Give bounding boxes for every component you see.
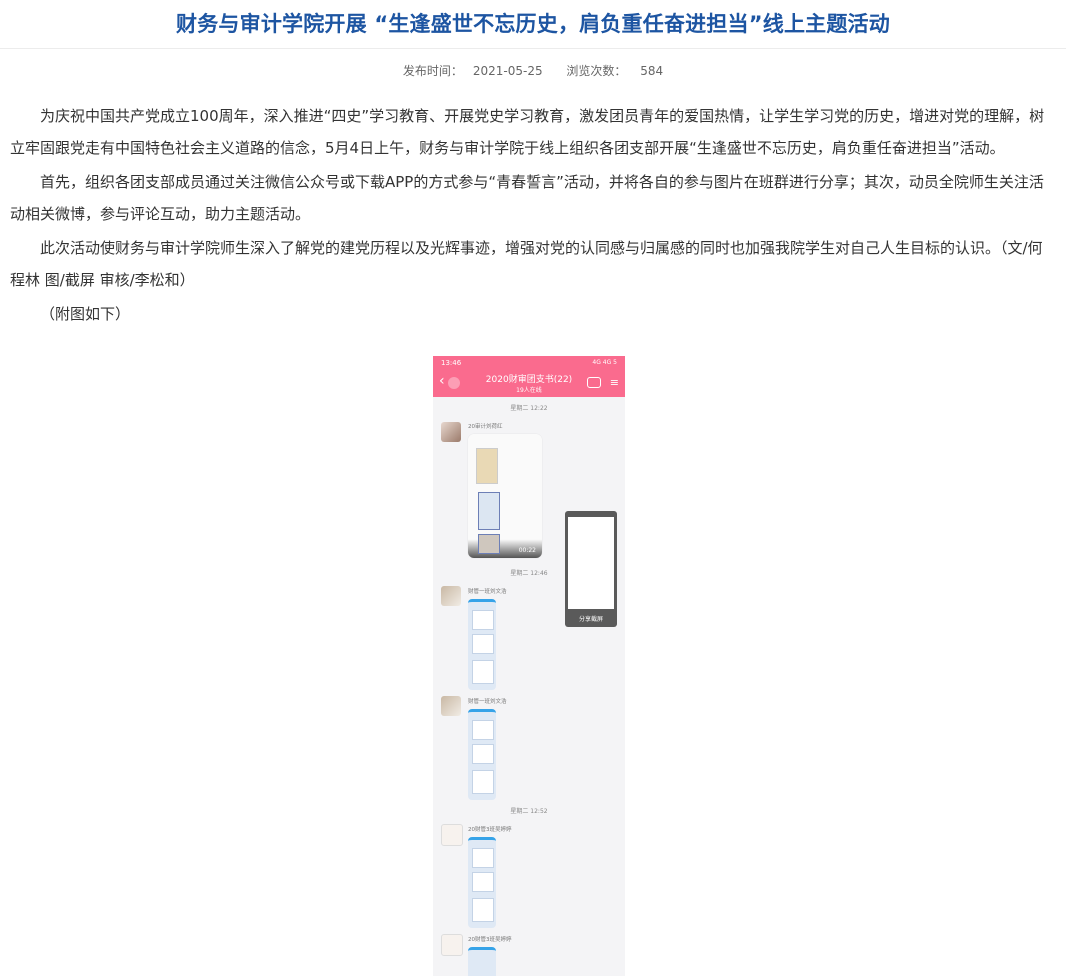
mini-shot (472, 898, 494, 922)
video-message: 00:22 (468, 434, 542, 558)
image-message (468, 709, 496, 800)
sender-name: 20审计刘荷红 (468, 424, 503, 430)
menu-icon: ≡ (609, 376, 619, 389)
image-message (468, 947, 496, 976)
sender-name: 财管一班刘文浩 (468, 699, 507, 705)
avatar (441, 934, 463, 956)
timestamp: 星期二 12:52 (510, 808, 548, 815)
sender-name: 财管一班刘文浩 (468, 589, 507, 595)
paragraph-3: 此次活动使财务与审计学院师生深入了解党的建党历程以及光辉事迹，增强对党的认同感与… (10, 239, 1043, 289)
mini-shot (472, 610, 494, 630)
screenshot-thumbnail (568, 517, 614, 609)
mini-shot (472, 720, 494, 740)
chat-screenshot-image: 13:46 4G 4G 5 ‹ 2020财审团支书(22) 19人在线 ≡ 星期… (433, 356, 625, 976)
article-meta: 发布时间： 2021-05-25 浏览次数： 584 (0, 62, 1066, 79)
avatar (441, 586, 461, 606)
chat-header: 13:46 4G 4G 5 ‹ 2020财审团支书(22) 19人在线 ≡ (433, 356, 625, 397)
mini-shot (472, 660, 494, 684)
screenshot-preview-popup[interactable]: 分享截屏 (565, 511, 617, 627)
views-count: 584 (640, 64, 664, 78)
video-duration: 00:22 (518, 547, 536, 554)
group-icon (587, 377, 601, 388)
thumbnail-3 (478, 534, 500, 554)
paragraph-1: 为庆祝中国共产党成立100周年，深入推进“四史”学习教育、开展党史学习教育，激发… (10, 107, 1045, 157)
mini-shot (472, 744, 494, 764)
share-screenshot-label: 分享截屏 (578, 616, 603, 623)
avatar (441, 696, 461, 716)
publish-date: 2021-05-25 (472, 64, 543, 78)
timestamp: 星期二 12:22 (510, 405, 548, 412)
publish-label: 发布时间： (402, 64, 463, 78)
avatar (441, 422, 461, 442)
sender-name: 20财管3班吴婷婷 (468, 937, 512, 943)
paragraph-2: 首先，组织各团支部成员通过关注微信公众号或下载APP的方式参与“青春誓言”活动，… (10, 173, 1044, 223)
status-indicators: 4G 4G 5 (592, 359, 617, 366)
sender-name: 20财管3班吴婷婷 (468, 827, 512, 833)
article-body: 为庆祝中国共产党成立100周年，深入推进“四史”学习教育、开展党史学习教育，激发… (10, 100, 1050, 332)
mini-shot (472, 770, 494, 794)
mini-shot (472, 848, 494, 868)
mini-shot (472, 634, 494, 654)
status-time: 13:46 (441, 359, 462, 367)
image-message (468, 837, 496, 928)
article-title: 财务与审计学院开展 “生逢盛世不忘历史，肩负重任奋进担当”线上主题活动 (0, 0, 1066, 49)
image-message (468, 599, 496, 690)
thumbnail-1 (476, 448, 498, 484)
avatar (441, 824, 463, 846)
image-caption: （附图如下） (40, 305, 131, 323)
views-label: 浏览次数： (566, 64, 627, 78)
mini-shot (472, 872, 494, 892)
thumbnail-2 (478, 492, 500, 530)
